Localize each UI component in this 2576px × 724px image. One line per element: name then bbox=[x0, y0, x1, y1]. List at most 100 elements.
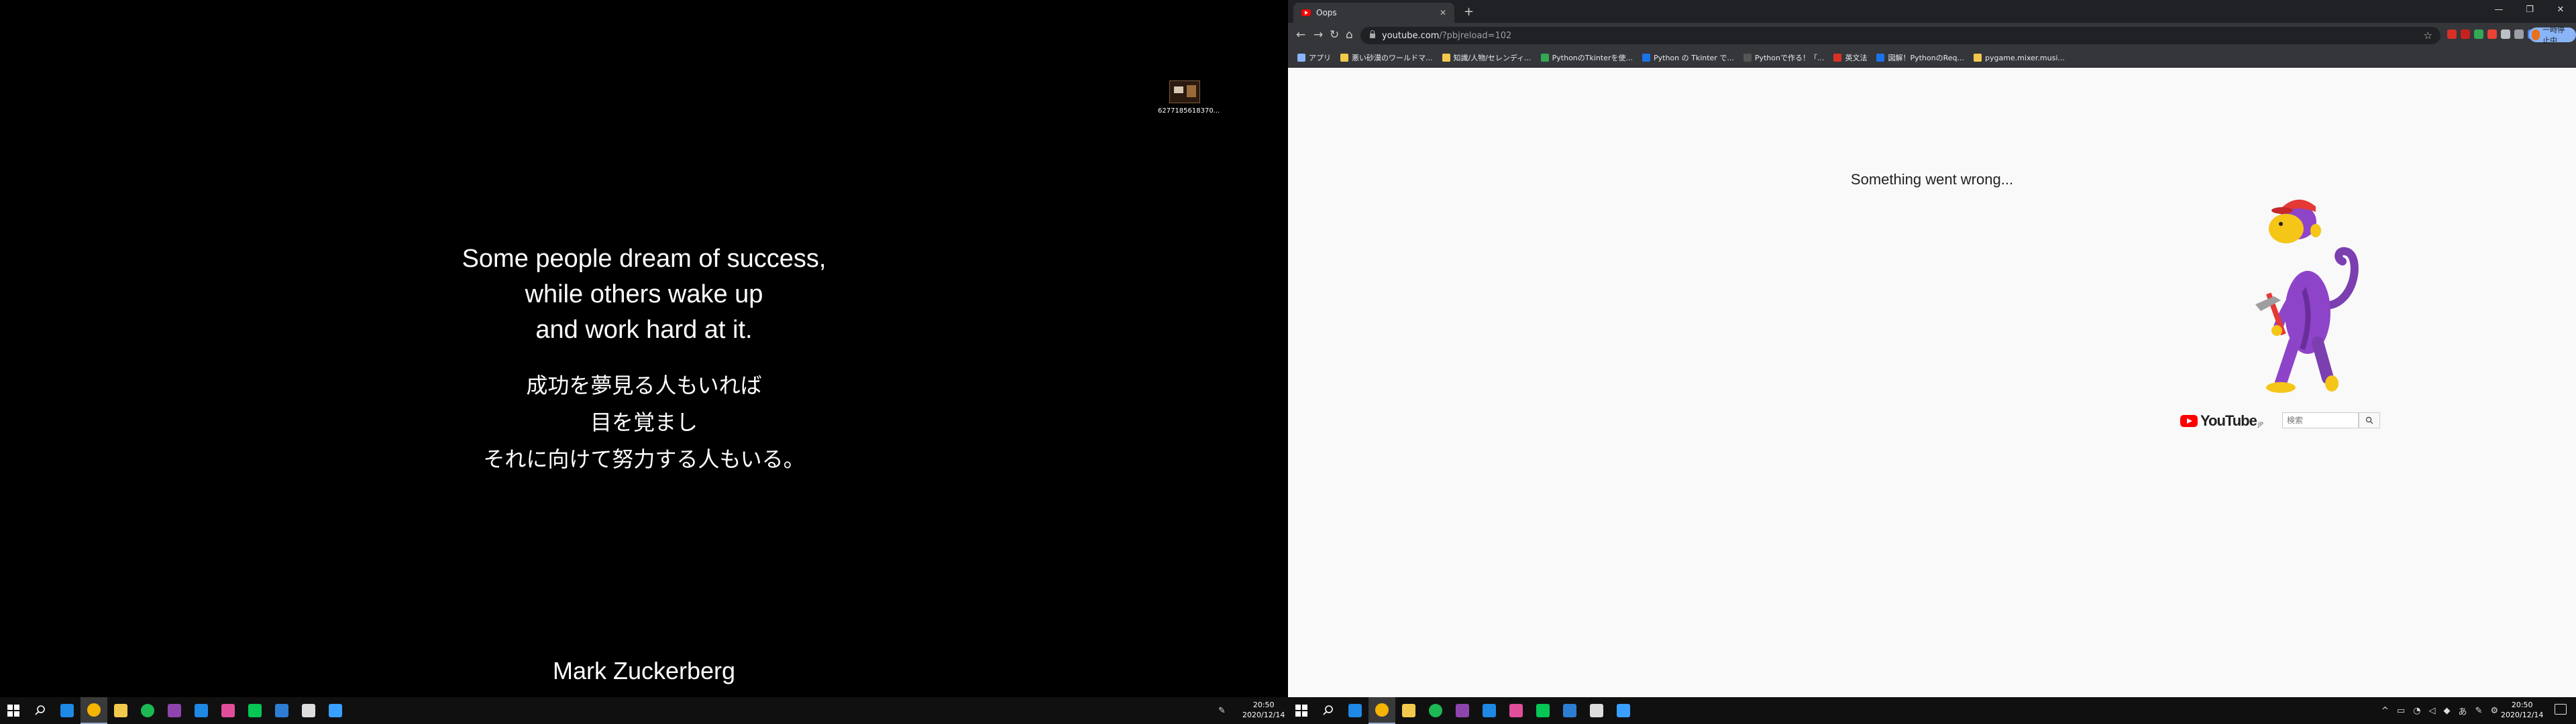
image-file-icon bbox=[1169, 80, 1200, 103]
taskbar-app-button[interactable] bbox=[268, 697, 295, 724]
taskbar-app-button[interactable] bbox=[1529, 697, 1556, 724]
bookmark-item[interactable]: アプリ bbox=[1297, 52, 1331, 63]
search-icon bbox=[35, 705, 45, 715]
bookmark-label: pygame.mixer.musi... bbox=[1984, 53, 2065, 62]
bookmark-favicon-icon bbox=[1833, 54, 1842, 62]
window-controls: — ❐ ✕ bbox=[2483, 0, 2576, 20]
bookmarks-bar: アプリ 悪い砂漠のワールドマ... 知識/人物/セレンディ... PythonのTki… bbox=[1288, 48, 2576, 68]
start-button[interactable] bbox=[0, 697, 27, 724]
start-button[interactable] bbox=[1288, 697, 1315, 724]
extension-icon[interactable] bbox=[2514, 29, 2524, 39]
spotify-icon bbox=[1429, 704, 1442, 717]
battery-icon[interactable]: ▭ bbox=[2397, 706, 2405, 716]
extension-icon[interactable] bbox=[2461, 29, 2470, 39]
app-window-icon bbox=[1617, 704, 1630, 717]
taskbar-app-button[interactable] bbox=[188, 697, 215, 724]
bookmark-label: Pythonで作る！「... bbox=[1754, 54, 1825, 62]
taskbar-app-button[interactable] bbox=[134, 697, 161, 724]
taskbar-clock[interactable]: 20:50 2020/12/14 bbox=[1242, 700, 1285, 720]
pen-icon[interactable]: ✎ bbox=[1218, 706, 1226, 716]
taskbar-app-button[interactable] bbox=[1449, 697, 1476, 724]
taskbar-app-button[interactable] bbox=[1583, 697, 1610, 724]
taskbar-app-button[interactable] bbox=[295, 697, 322, 724]
line-icon bbox=[248, 704, 262, 717]
volume-icon[interactable]: ◁ bbox=[2429, 706, 2436, 716]
dropbox-icon[interactable]: ◆ bbox=[2444, 706, 2451, 716]
bookmark-item[interactable]: 悪い砂漠のワールドマ... bbox=[1340, 52, 1433, 63]
maximize-button[interactable]: ❐ bbox=[2514, 0, 2545, 20]
clock-date: 2020/12/14 bbox=[1242, 711, 1285, 719]
bookmark-star-icon[interactable]: ☆ bbox=[2424, 29, 2432, 42]
system-tray: ^ ▭ ◔ ◁ ◆ あ ✎ ⚙ bbox=[2381, 697, 2498, 724]
home-icon[interactable]: ⌂ bbox=[1346, 28, 1353, 42]
quote-en-line: Some people dream of success, bbox=[462, 245, 826, 273]
desktop-file-shortcut[interactable]: 6277185618370... bbox=[1158, 80, 1220, 115]
quote-author: Mark Zuckerberg bbox=[552, 657, 736, 684]
settings-icon[interactable]: ⚙ bbox=[2490, 706, 2498, 716]
search-button[interactable] bbox=[27, 697, 54, 724]
bookmark-item[interactable]: 知識/人物/セレンディ... bbox=[1442, 52, 1532, 63]
chrome-icon bbox=[1375, 703, 1389, 717]
taskbar-clock[interactable]: 20:50 2020/12/14 bbox=[2501, 700, 2543, 720]
mail-icon bbox=[275, 704, 288, 717]
extension-icon[interactable] bbox=[2487, 29, 2497, 39]
ime-icon[interactable]: あ bbox=[2459, 705, 2467, 717]
chevron-up-icon[interactable]: ^ bbox=[2381, 706, 2389, 716]
taskbar-app-button[interactable] bbox=[1503, 697, 1529, 724]
bookmark-label: 英文法 bbox=[1845, 54, 1868, 62]
new-tab-button[interactable]: + bbox=[1464, 5, 1474, 19]
bookmark-item[interactable]: 図解！PythonのReq... bbox=[1876, 52, 1964, 63]
taskbar-app-button[interactable] bbox=[80, 697, 107, 724]
extension-icon[interactable] bbox=[2474, 29, 2483, 39]
taskbar-app-button[interactable] bbox=[107, 697, 134, 724]
close-window-button[interactable]: ✕ bbox=[2545, 0, 2576, 20]
taskbar-app-button[interactable] bbox=[1476, 697, 1503, 724]
quote-jp-line: 成功を夢見る人もいれば bbox=[526, 373, 762, 398]
bookmark-label: 悪い砂漠のワールドマ... bbox=[1352, 54, 1433, 62]
extension-icon[interactable] bbox=[2501, 29, 2510, 39]
extension-icon[interactable] bbox=[2447, 29, 2457, 39]
youtube-region: JP bbox=[2257, 422, 2263, 428]
taskbar-app-button[interactable] bbox=[1610, 697, 1637, 724]
edge-icon bbox=[60, 704, 74, 717]
line-icon bbox=[1536, 704, 1550, 717]
taskbar-app-button[interactable] bbox=[1422, 697, 1449, 724]
minimize-button[interactable]: — bbox=[2483, 0, 2514, 20]
taskbar-app-button[interactable] bbox=[161, 697, 188, 724]
bookmark-item[interactable]: PythonのTkinterを使... bbox=[1540, 52, 1633, 63]
vscode-icon bbox=[1483, 704, 1496, 717]
url-host: youtube.com bbox=[1382, 30, 1440, 41]
tab-title: Oops bbox=[1316, 8, 1337, 17]
youtube-favicon-icon bbox=[1301, 9, 1311, 16]
search-submit-button[interactable] bbox=[2359, 412, 2380, 428]
tab-youtube[interactable]: Oops ✕ bbox=[1293, 3, 1454, 23]
notification-icon[interactable] bbox=[2555, 704, 2567, 715]
bookmark-item[interactable]: pygame.mixer.musi... bbox=[1973, 53, 2065, 62]
bookmark-label: PythonのTkinterを使... bbox=[1552, 54, 1633, 62]
youtube-logo[interactable]: YouTube JP bbox=[2180, 412, 2263, 430]
forward-icon[interactable]: → bbox=[1313, 28, 1323, 42]
pen-icon[interactable]: ✎ bbox=[2475, 706, 2483, 716]
vscode-icon bbox=[195, 704, 208, 717]
more-menu-icon[interactable]: ⋮ bbox=[2566, 28, 2576, 40]
address-bar[interactable]: youtube.com /?pbjreload=102 ☆ bbox=[1360, 27, 2440, 44]
monkey-illustration bbox=[2255, 199, 2359, 393]
reload-icon[interactable]: ↻ bbox=[1330, 28, 1339, 42]
bookmark-item[interactable]: 英文法 bbox=[1833, 52, 1867, 63]
clock-date: 2020/12/14 bbox=[2501, 711, 2544, 719]
bookmark-item[interactable]: Pythonで作る！「... bbox=[1743, 52, 1825, 63]
tab-close-icon[interactable]: ✕ bbox=[1440, 8, 1446, 17]
taskbar-app-button[interactable] bbox=[1556, 697, 1583, 724]
taskbar-app-button[interactable] bbox=[241, 697, 268, 724]
bookmark-item[interactable]: Python の Tkinter で... bbox=[1642, 52, 1734, 63]
taskbar-app-button[interactable] bbox=[1395, 697, 1422, 724]
taskbar-app-button[interactable] bbox=[322, 697, 349, 724]
taskbar-app-button[interactable] bbox=[1368, 697, 1395, 724]
search-input[interactable] bbox=[2282, 412, 2359, 428]
taskbar-app-button[interactable] bbox=[215, 697, 241, 724]
network-icon[interactable]: ◔ bbox=[2413, 706, 2420, 716]
taskbar-app-button[interactable] bbox=[54, 697, 80, 724]
taskbar-app-button[interactable] bbox=[1342, 697, 1368, 724]
back-icon[interactable]: ← bbox=[1296, 28, 1305, 42]
search-button[interactable] bbox=[1315, 697, 1342, 724]
